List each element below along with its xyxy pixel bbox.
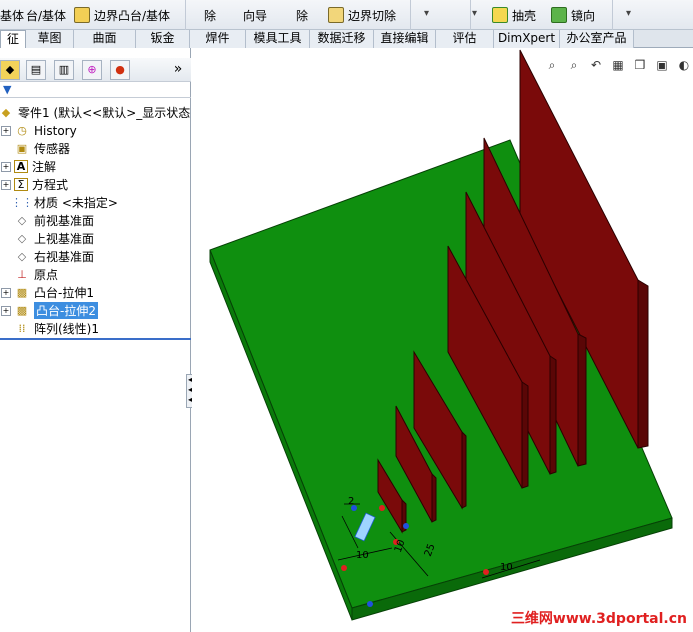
expand-icon[interactable]: + xyxy=(1,287,11,298)
tree-item-equations[interactable]: + Σ 方程式 xyxy=(0,176,191,193)
ribbon-cut2[interactable]: 除 xyxy=(296,2,308,28)
display-manager-tab-icon[interactable]: ● xyxy=(110,60,130,80)
tree-item-boss-extrude2[interactable]: + ▩ 凸台-拉伸2 xyxy=(0,302,191,319)
tree-item-label: 上视基准面 xyxy=(34,232,95,246)
ribbon-label: 基体 xyxy=(0,8,25,23)
graphics-area[interactable]: ⌕ ⌕ ↶ ▦ ❒ ▣ ◐ 2 10 10 25 10 三维网www.3dpor… xyxy=(192,48,693,632)
tree-item-linear-pattern1[interactable]: ⁞⁞ 阵列(线性)1 xyxy=(0,320,191,337)
tree-item-label: 右视基准面 xyxy=(34,250,95,264)
ribbon-shell-button[interactable]: 抽壳 xyxy=(492,2,536,28)
ribbon-label: 边界切除 xyxy=(348,8,397,23)
mirror-icon xyxy=(551,7,567,23)
rollback-bar[interactable] xyxy=(0,338,191,340)
tree-item-label: 凸台-拉伸1 xyxy=(34,286,94,300)
tree-item-origin[interactable]: ⊥ 原点 xyxy=(0,266,191,283)
filter-icon[interactable]: ▼ xyxy=(3,83,11,96)
boundary-boss-icon xyxy=(74,7,90,23)
model-view[interactable]: 2 10 10 25 10 xyxy=(192,48,693,632)
tab-surfaces[interactable]: 曲面 xyxy=(74,30,136,48)
boundary-cut-icon xyxy=(328,7,344,23)
watermark: 三维网www.3dportal.cn xyxy=(510,611,687,627)
tree-item-history[interactable]: + ◷ History xyxy=(0,122,191,139)
panel-expand-icon[interactable]: » xyxy=(168,60,188,80)
ribbon-label: 边界凸台/基体 xyxy=(94,8,171,23)
tree-item-label: History xyxy=(34,123,77,138)
ribbon-label: 镜向 xyxy=(571,8,596,23)
expand-icon[interactable]: + xyxy=(1,305,11,316)
ribbon-dropdown-icon[interactable]: ▾ xyxy=(424,8,429,19)
ribbon-dropdown-icon[interactable]: ▾ xyxy=(626,8,631,19)
ribbon-boss-base[interactable]: 基体 xyxy=(0,2,24,28)
tab-sheet-metal[interactable]: 钣金 xyxy=(136,30,190,48)
tree-item-label: 方程式 xyxy=(32,178,69,192)
dimension-label[interactable]: 2 xyxy=(348,496,354,507)
plane-icon: ◇ xyxy=(17,232,27,245)
extrude-icon: ▩ xyxy=(16,304,28,317)
ribbon-label: 除 xyxy=(296,8,309,23)
ribbon-mirror-button[interactable]: 镜向 xyxy=(551,2,595,28)
command-ribbon: 基体 台/基体 边界凸台/基体 除 向导 除 边界切除 ▾ ▾ 抽壳 镜向 ▾ xyxy=(0,0,693,30)
tab-weldments[interactable]: 焊件 xyxy=(190,30,246,48)
configuration-manager-tab-icon[interactable]: ▥ xyxy=(54,60,74,80)
ribbon-label: 除 xyxy=(204,8,217,23)
linear-pattern-icon: ⁞⁞ xyxy=(18,322,26,335)
expand-icon[interactable]: + xyxy=(1,125,11,136)
tab-office-products[interactable]: 办公室产品 xyxy=(560,30,634,48)
ribbon-boundary-boss-button[interactable]: 边界凸台/基体 xyxy=(74,2,170,28)
history-icon: ◷ xyxy=(17,124,27,137)
ribbon-hole-wizard[interactable]: 向导 xyxy=(243,2,267,28)
tree-item-label: 原点 xyxy=(34,268,59,282)
tab-sketch[interactable]: 草图 xyxy=(26,30,74,48)
tree-item-label: 传感器 xyxy=(34,142,71,156)
tree-item-annotations[interactable]: + A 注解 xyxy=(0,158,191,175)
ribbon-label: 向导 xyxy=(243,8,268,23)
part-icon: ◆ xyxy=(1,106,11,119)
feature-manager-panel: ◆ ▤ ▥ ⊕ ● » ▼ ◆ 零件1 (默认<<默认>_显示状态 + ◷ Hi… xyxy=(0,48,191,632)
tab-data-migration[interactable]: 数据迁移 xyxy=(310,30,374,48)
tree-item-label: 凸台-拉伸2 xyxy=(34,302,98,319)
plane-icon: ◇ xyxy=(17,214,27,227)
ribbon-dropdown-icon[interactable]: ▾ xyxy=(472,8,477,19)
dimension-label[interactable]: 10 xyxy=(500,562,513,573)
tree-item-sensors[interactable]: ▣ 传感器 xyxy=(0,140,191,157)
tree-root-label: 零件1 (默认<<默认>_显示状态 xyxy=(18,106,191,120)
tree-item-material[interactable]: ⋮⋮ 材质 <未指定> xyxy=(0,194,191,211)
feature-manager-tab-icon[interactable]: ◆ xyxy=(0,60,20,80)
panel-toolbar: ◆ ▤ ▥ ⊕ ● » xyxy=(0,58,191,82)
expand-icon[interactable]: + xyxy=(1,179,11,190)
tree-item-top-plane[interactable]: ◇ 上视基准面 xyxy=(0,230,191,247)
equation-icon: Σ xyxy=(14,178,28,191)
ribbon-label: 抽壳 xyxy=(512,8,537,23)
shell-icon xyxy=(492,7,508,23)
tab-direct-editing[interactable]: 直接编辑 xyxy=(374,30,436,48)
ribbon-boundary-cut-button[interactable]: 边界切除 xyxy=(328,2,396,28)
tree-item-label: 前视基准面 xyxy=(34,214,95,228)
tree-item-label: 阵列(线性)1 xyxy=(34,322,99,336)
property-manager-tab-icon[interactable]: ▤ xyxy=(26,60,46,80)
origin-icon: ⊥ xyxy=(17,268,27,281)
extrude-icon: ▩ xyxy=(16,286,28,299)
tree-item-front-plane[interactable]: ◇ 前视基准面 xyxy=(0,212,191,229)
tab-dimxpert[interactable]: DimXpert xyxy=(494,30,560,48)
sensor-icon: ▣ xyxy=(16,142,28,155)
tab-mold-tools[interactable]: 模具工具 xyxy=(246,30,310,48)
ribbon-label: 台/基体 xyxy=(26,8,67,23)
tab-evaluate[interactable]: 评估 xyxy=(436,30,494,48)
material-icon: ⋮⋮ xyxy=(11,196,33,209)
ribbon-revolved-boss[interactable]: 台/基体 xyxy=(26,2,66,28)
tree-item-label: 材质 <未指定> xyxy=(34,196,118,210)
annotation-icon: A xyxy=(14,160,28,173)
dimxpert-manager-tab-icon[interactable]: ⊕ xyxy=(82,60,102,80)
filter-row: ▼ xyxy=(0,82,191,98)
expand-icon[interactable]: + xyxy=(1,161,11,172)
tree-item-boss-extrude1[interactable]: + ▩ 凸台-拉伸1 xyxy=(0,284,191,301)
tab-features[interactable]: 征 xyxy=(0,30,26,48)
dimension-label[interactable]: 10 xyxy=(356,550,369,561)
command-manager-tabs: 征 草图 曲面 钣金 焊件 模具工具 数据迁移 直接编辑 评估 DimXpert… xyxy=(0,30,693,48)
tree-root[interactable]: ◆ 零件1 (默认<<默认>_显示状态 xyxy=(0,104,191,121)
ribbon-cut[interactable]: 除 xyxy=(204,2,216,28)
tree-item-right-plane[interactable]: ◇ 右视基准面 xyxy=(0,248,191,265)
plane-icon: ◇ xyxy=(17,250,27,263)
tree-item-label: 注解 xyxy=(32,160,57,174)
